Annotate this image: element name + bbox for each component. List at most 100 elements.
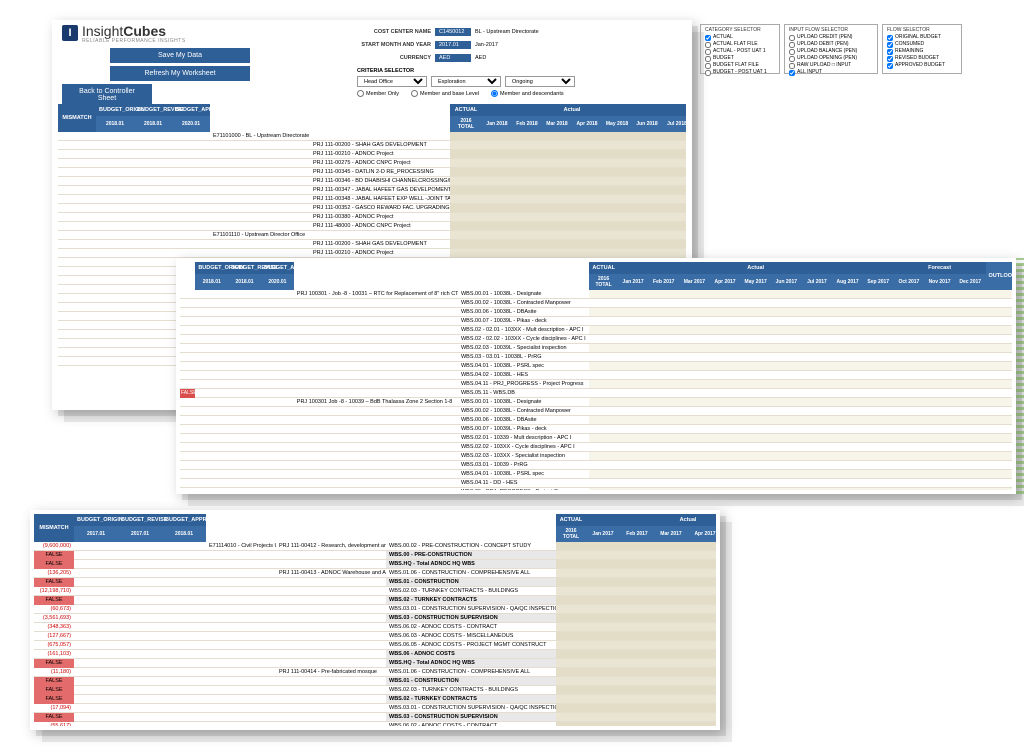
table-row[interactable]: FALSEWBS.00 - PRE-CONSTRUCTION bbox=[34, 551, 716, 560]
table-row[interactable]: (348,363)WBS.06.02 - ADNOC COSTS - CONTR… bbox=[34, 623, 716, 632]
table-row[interactable]: PRJ 111-00380 - ADNOC Project bbox=[58, 213, 686, 222]
selector-item[interactable]: CONSUMED bbox=[887, 41, 957, 48]
col-budget-revise: BUDGET_REVISE bbox=[134, 104, 172, 116]
colgroup-forecast: Forecast bbox=[662, 104, 686, 116]
table-row[interactable]: PRJ 100301 Job -8 - 10039 – BdB Thalassa… bbox=[180, 398, 1012, 407]
table-row[interactable]: WBS.00.06 - 10038L - DBAsite bbox=[180, 416, 1012, 425]
table-row[interactable]: PRJ 111-00200 - SHAH GAS DEVELOPMENT bbox=[58, 141, 686, 150]
table-row[interactable]: PRJ 111-00210 - ADNOC Project bbox=[58, 150, 686, 159]
table-row[interactable]: WBS.02.03 - 10039L - Specialist inspecti… bbox=[180, 344, 1012, 353]
selector-item[interactable]: ORIGINAL BUDGET bbox=[887, 34, 957, 41]
table-row[interactable]: PRJ 111-00347 - JABAL HAFEET GAS DEVELPO… bbox=[58, 186, 686, 195]
table-row[interactable]: PRJ 111-00200 - SHAH GAS DEVELOPMENT bbox=[58, 240, 686, 249]
table-row[interactable]: WBS.00.07 - 10039L - Pikas - deck bbox=[180, 425, 1012, 434]
col-y3: 2020.01 bbox=[172, 116, 210, 132]
table-row[interactable]: FALSEWBS.02.03 - TURNKEY CONTRACTS - BUI… bbox=[34, 686, 716, 695]
selector-item[interactable]: ACTUAL FLAT FILE bbox=[705, 41, 775, 48]
col-m1: Feb 2018 bbox=[512, 116, 542, 132]
table-row[interactable]: FALSEWBS.03 - CONSTRUCTION SUPERVISION bbox=[34, 713, 716, 722]
table-row[interactable]: (17,094)WBS.03.01 - CONSTRUCTION SUPERVI… bbox=[34, 704, 716, 713]
table-row[interactable]: WBS.00.06 - 10038L - DBAsite bbox=[180, 308, 1012, 317]
p3-tot: 2016 TOTAL bbox=[556, 526, 586, 542]
table-row[interactable]: (136,205)PRJ 111-00413 - ADNOC Warehouse… bbox=[34, 569, 716, 578]
table-row[interactable]: WBS.04.11 - DD - HES bbox=[180, 479, 1012, 488]
selector-item[interactable]: BUDGET FLAT FILE bbox=[705, 62, 775, 69]
table-row[interactable]: WBS.02.01 - 10339 - Mult description - A… bbox=[180, 434, 1012, 443]
cost-center-name: BL - Upstream Directorate bbox=[471, 28, 543, 36]
table-row[interactable]: FALSEWBS.HQ - Total ADNOC HQ WBS bbox=[34, 560, 716, 569]
criteria-radio-member-base[interactable]: Member and base Level bbox=[411, 90, 479, 97]
category-selector-box: CATEGORY SELECTOR ACTUALACTUAL FLAT FILE… bbox=[700, 24, 780, 74]
currency-code: AED bbox=[435, 54, 471, 62]
table-row[interactable]: PRJ 111-00210 - ADNOC Project bbox=[58, 249, 686, 258]
selector-item[interactable]: BUDGET bbox=[705, 55, 775, 62]
table-row[interactable]: PRJ 100301 - Job -8 - 10031 – RTC for Re… bbox=[180, 290, 1012, 299]
table-row[interactable]: WBS.02 - 02.02 - 103XX - Cycle disciplin… bbox=[180, 335, 1012, 344]
col-budget-apprvd: BUDGET_APPRVD bbox=[172, 104, 210, 116]
table-row[interactable]: (675,057)WBS.06.05 - ADNOC COSTS - PROJE… bbox=[34, 641, 716, 650]
table-row[interactable]: (60,673)WBS.03.01 - CONSTRUCTION SUPERVI… bbox=[34, 605, 716, 614]
selector-item[interactable]: ALL INPUT bbox=[789, 69, 873, 76]
table-row[interactable]: WBS.00.07 - 10039L - Pikas - deck bbox=[180, 317, 1012, 326]
table-row[interactable]: FALSEWBS.02 - TURNKEY CONTRACTS bbox=[34, 695, 716, 704]
table-row[interactable]: WBS.03 - 03.01 - 10038L - PrRG bbox=[180, 353, 1012, 362]
table-row[interactable]: WBS.04.01 - 10038L - PSRL spec bbox=[180, 362, 1012, 371]
table-row[interactable]: (161,103)WBS.06 - ADNOC COSTS bbox=[34, 650, 716, 659]
criteria-dd3[interactable]: Ongoing bbox=[505, 76, 575, 87]
table-row[interactable]: FALSEWBS.05.11 - WBS.DB bbox=[180, 389, 1012, 398]
table-row[interactable]: (127,667)WBS.06.03 - ADNOC COSTS - MISCE… bbox=[34, 632, 716, 641]
table-row[interactable]: PRJ 111-00352 - GASCO REWARD FAC. UPGRAD… bbox=[58, 204, 686, 213]
table-row[interactable]: WBS.00.02 - 10038L - Contracted Manpower bbox=[180, 407, 1012, 416]
selector-item[interactable]: APPROVED BUDGET bbox=[887, 62, 957, 69]
p2-colgroup-actual: Actual bbox=[618, 262, 894, 274]
back-controller-button[interactable]: Back to Controller Sheet bbox=[62, 84, 152, 106]
criteria-radio-member-only[interactable]: Member Only bbox=[357, 90, 399, 97]
selector-item[interactable]: UPLOAD DEBIT (PEN) bbox=[789, 41, 873, 48]
table-row[interactable]: FALSEWBS.HQ - Total ADNOC HQ WBS bbox=[34, 659, 716, 668]
table-row[interactable]: WBS.03.01 - 10039 - PrRG bbox=[180, 461, 1012, 470]
selector-item[interactable]: ACTUAL - POST UAT 1 bbox=[705, 48, 775, 55]
table-row[interactable]: PRJ 111-00346 - BD DHABISHI CHANNELCROSS… bbox=[58, 177, 686, 186]
selector-item[interactable]: UPLOAD BALANCE (PEN) bbox=[789, 48, 873, 55]
table-row[interactable]: E71101110 - Upstream Director Office bbox=[58, 231, 686, 240]
table-row[interactable]: WBS.04.11 - PRJ_PROGRESS - Project Progr… bbox=[180, 380, 1012, 389]
save-data-button[interactable]: Save My Data bbox=[110, 48, 250, 63]
table-row[interactable]: WBS.02.03 - 103XX - Specialist inspectio… bbox=[180, 452, 1012, 461]
currency-label: CURRENCY bbox=[357, 55, 435, 61]
p2-col-actual: ACTUAL bbox=[589, 262, 617, 274]
refresh-worksheet-button[interactable]: Refresh My Worksheet bbox=[110, 66, 250, 81]
table-row[interactable]: FALSEWBS.01 - CONSTRUCTION bbox=[34, 677, 716, 686]
table-row[interactable]: (55,617)WBS.06.02 - ADNOC COSTS - CONTRA… bbox=[34, 722, 716, 727]
table-row[interactable]: (3,561,693)WBS.03 - CONSTRUCTION SUPERVI… bbox=[34, 614, 716, 623]
table-row[interactable]: E71101000 - BL - Upstream Directorate bbox=[58, 132, 686, 141]
selector-item[interactable]: BUDGET - POST UAT 1 bbox=[705, 69, 775, 76]
p2-m8: Sep 2017 bbox=[863, 274, 894, 290]
table-row[interactable]: (9,600,000)E71114010 - Civil Projects Un… bbox=[34, 542, 716, 551]
table-row[interactable]: WBS.04.01 - 10038L - PSRL spec bbox=[180, 470, 1012, 479]
selector-item[interactable]: RAW UPLOAD □ INPUT bbox=[789, 62, 873, 69]
selector-item[interactable]: REMAINING bbox=[887, 48, 957, 55]
criteria-radio-member-desc[interactable]: Member and descendants bbox=[491, 90, 564, 97]
table-row[interactable]: PRJ 111-00275 - ADNOC CNPC Project bbox=[58, 159, 686, 168]
table-row[interactable]: FALSEWBS.01 - CONSTRUCTION bbox=[34, 578, 716, 587]
selector-item[interactable]: ACTUAL bbox=[705, 34, 775, 41]
table-row[interactable]: WBS.02.02 - 103XX - Cycle disciplines - … bbox=[180, 443, 1012, 452]
criteria-dd1[interactable]: Head Office bbox=[357, 76, 427, 87]
selector-item[interactable]: UPLOAD CREDIT (PEN) bbox=[789, 34, 873, 41]
table-row[interactable]: WBS.02 - 02.01 - 103XX - Mult descriptio… bbox=[180, 326, 1012, 335]
col-y2: 2018.01 bbox=[134, 116, 172, 132]
selector-item[interactable]: REVISED BUDGET bbox=[887, 55, 957, 62]
table-row[interactable]: PRJ 111-48000 - ADNOC CNPC Project bbox=[58, 222, 686, 231]
table-row[interactable]: PRJ 111-00348 - JABAL HAFEET EXP WELL -J… bbox=[58, 195, 686, 204]
criteria-dd2[interactable]: Exploration bbox=[431, 76, 501, 87]
table-row[interactable]: PRJ 111-00345 - DATLIN 2-D RE_PROCESSING bbox=[58, 168, 686, 177]
table-row[interactable]: (12,198,710)WBS.02.03 - TURNKEY CONTRACT… bbox=[34, 587, 716, 596]
table-row[interactable]: WBS.05 - PRJ_PROGRESS - Project Progress bbox=[180, 488, 1012, 491]
col-m5: Jun 2018 bbox=[632, 116, 662, 132]
selector-item[interactable]: UPLOAD OPENING (PEN) bbox=[789, 55, 873, 62]
table-row[interactable]: WBS.00.02 - 10038L - Contracted Manpower bbox=[180, 299, 1012, 308]
p2-m0: Jan 2017 bbox=[618, 274, 649, 290]
table-row[interactable]: (11,180)PRJ 111-00414 - Pre-fabricated m… bbox=[34, 668, 716, 677]
table-row[interactable]: WBS.04.02 - 10038L - HES bbox=[180, 371, 1012, 380]
table-row[interactable]: FALSEWBS.02 - TURNKEY CONTRACTS bbox=[34, 596, 716, 605]
